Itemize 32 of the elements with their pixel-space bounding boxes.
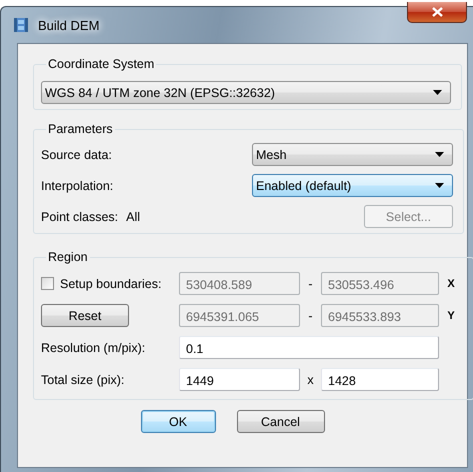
dropdown[interactable]: Enabled (default) <box>252 174 453 197</box>
dropdown-arrow-icon <box>433 90 442 95</box>
dropdown[interactable]: Mesh <box>252 143 453 166</box>
field-value: All <box>126 210 140 224</box>
window-title: Build DEM <box>38 18 100 32</box>
input-field[interactable]: 0.1 <box>179 336 439 359</box>
close-button[interactable] <box>407 2 467 23</box>
reset-button[interactable]: Reset <box>41 304 129 327</box>
ok-button[interactable]: OK <box>140 410 216 433</box>
dropdown-arrow-icon <box>435 183 444 188</box>
group-title: Coordinate System <box>47 57 156 71</box>
field-label: Point classes: <box>41 210 118 224</box>
app-icon <box>13 17 29 33</box>
range-separator: - <box>307 276 314 290</box>
dropdown[interactable]: WGS 84 / UTM zone 32N (EPSG::32632) <box>41 81 451 104</box>
checkbox[interactable] <box>41 277 54 290</box>
field-label: Interpolation: <box>41 178 114 192</box>
axis-label: X <box>446 278 456 290</box>
group-title: Parameters <box>47 122 114 136</box>
checkbox-label: Setup boundaries: <box>60 276 162 290</box>
axis-label: Y <box>446 310 456 322</box>
field-label: Total size (pix): <box>41 372 126 386</box>
close-icon <box>432 7 442 17</box>
dropdown-arrow-icon <box>435 152 444 157</box>
group-title: Region <box>47 250 89 264</box>
size-separator: x <box>306 372 315 386</box>
field-label: Resolution (m/pix): <box>41 340 146 354</box>
field-label: Source data: <box>41 148 113 162</box>
cancel-button[interactable]: Cancel <box>236 410 324 433</box>
input-field[interactable]: 1449 <box>179 368 300 391</box>
input-field[interactable]: 1428 <box>321 368 439 391</box>
range-separator: - <box>307 308 314 322</box>
